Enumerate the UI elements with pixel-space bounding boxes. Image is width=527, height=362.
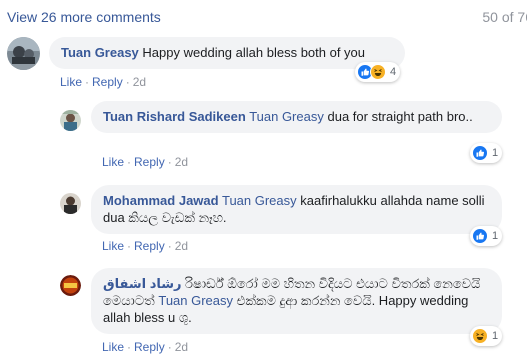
reply-button[interactable]: Reply: [134, 239, 165, 253]
separator: ·: [127, 340, 132, 354]
comment-bubble: رشاد اشفاق රිෂාර්ඩ් ඕරෝ මම හිතන විදියට එ…: [91, 268, 502, 334]
reaction-summary[interactable]: 1: [470, 143, 503, 163]
separator: ·: [167, 340, 172, 354]
comment-actions: Like · Reply · 2d: [60, 75, 146, 89]
comment-text: dua for straight path bro..: [327, 109, 473, 124]
comment-author[interactable]: Tuan Greasy: [61, 45, 139, 60]
comment-timestamp[interactable]: 2d: [175, 239, 188, 253]
reaction-count: 1: [492, 230, 499, 242]
separator: ·: [167, 239, 172, 253]
comment-author[interactable]: رشاد اشفاق: [103, 276, 182, 291]
mention-link[interactable]: Tuan Greasy: [158, 293, 233, 308]
mention-link[interactable]: Tuan Greasy: [249, 109, 324, 124]
comment-timestamp[interactable]: 2d: [133, 75, 146, 89]
separator: ·: [127, 155, 132, 169]
comment-timestamp[interactable]: 2d: [175, 155, 188, 169]
comment-bubble: Tuan Greasy Happy wedding allah bless bo…: [49, 37, 405, 69]
reply-button[interactable]: Reply: [134, 340, 165, 354]
avatar[interactable]: [60, 110, 81, 131]
like-button[interactable]: Like: [60, 75, 82, 89]
comment-text: Happy wedding allah bless both of you: [142, 45, 366, 60]
like-button[interactable]: Like: [102, 155, 124, 169]
comment-count: 50 of 76: [482, 9, 527, 25]
separator: ·: [127, 239, 132, 253]
comment-author[interactable]: Mohammad Jawad: [103, 193, 219, 208]
reaction-summary[interactable]: 1: [470, 326, 503, 346]
comment-actions: Like · Reply · 2d: [102, 340, 188, 354]
comment-bubble: Tuan Rishard Sadikeen Tuan Greasy dua fo…: [91, 101, 502, 133]
reply-button[interactable]: Reply: [92, 75, 123, 89]
mention-link[interactable]: Tuan Greasy: [222, 193, 297, 208]
comment-actions: Like · Reply · 2d: [102, 239, 188, 253]
like-icon: [472, 228, 488, 244]
haha-icon: [472, 328, 488, 344]
comment-author[interactable]: Tuan Rishard Sadikeen: [103, 109, 246, 124]
like-button[interactable]: Like: [102, 340, 124, 354]
reaction-summary[interactable]: 1: [470, 226, 503, 246]
reaction-count: 4: [390, 66, 397, 78]
separator: ·: [167, 155, 172, 169]
avatar[interactable]: [60, 193, 81, 214]
comment-actions: Like · Reply · 2d: [102, 155, 188, 169]
haha-icon: [370, 64, 386, 80]
reaction-count: 1: [492, 147, 499, 159]
like-icon: [472, 145, 488, 161]
reaction-count: 1: [492, 330, 499, 342]
separator: ·: [85, 75, 90, 89]
avatar[interactable]: [60, 275, 81, 296]
separator: ·: [125, 75, 130, 89]
reaction-summary[interactable]: 4: [355, 62, 401, 82]
comments-header: View 26 more comments 50 of 76: [0, 0, 527, 34]
avatar[interactable]: [7, 37, 40, 70]
comment-bubble: Mohammad Jawad Tuan Greasy kaafirhalukku…: [91, 185, 502, 234]
view-more-comments-link[interactable]: View 26 more comments: [7, 9, 161, 25]
reply-button[interactable]: Reply: [134, 155, 165, 169]
like-button[interactable]: Like: [102, 239, 124, 253]
comment-timestamp[interactable]: 2d: [175, 340, 188, 354]
